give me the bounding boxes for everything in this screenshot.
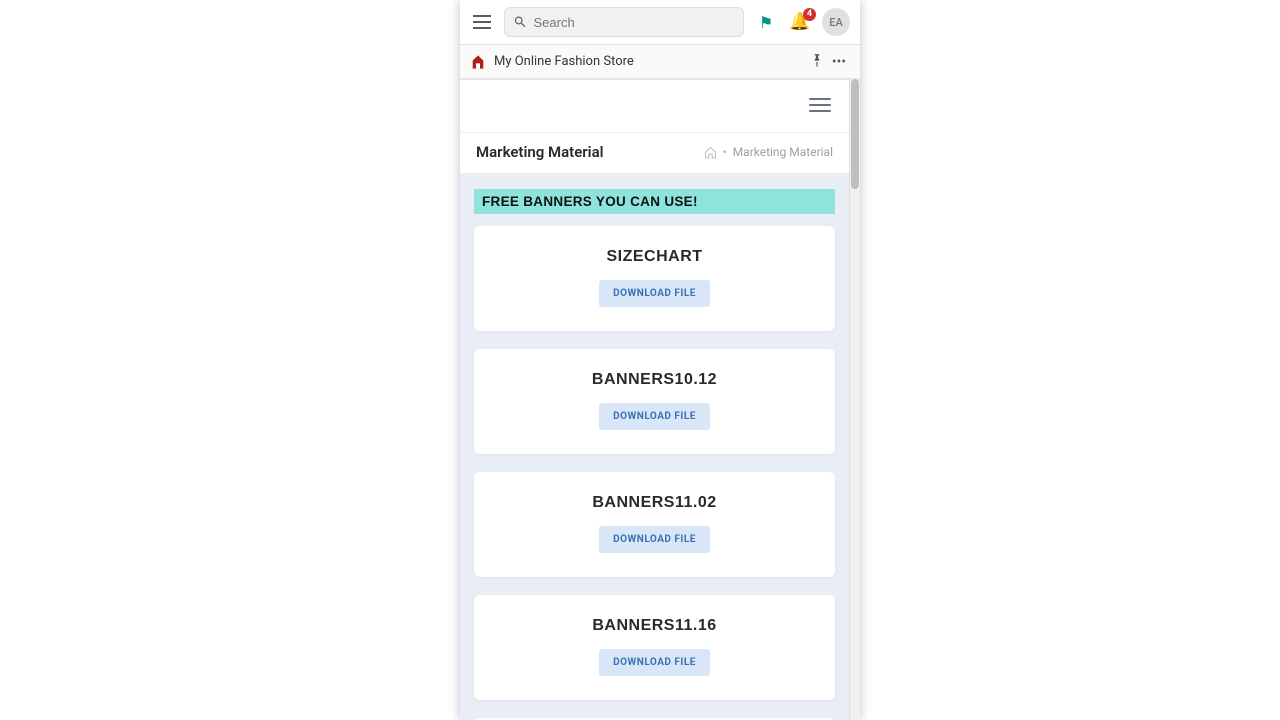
download-button[interactable]: DOWNLOAD FILE <box>599 403 710 430</box>
app-frame: ⚑ 🔔 4 EA My Online Fashion Store ••• Mar… <box>460 0 860 720</box>
card-list: SIZECHART DOWNLOAD FILE BANNERS10.12 DOWNLO… <box>460 226 849 720</box>
banner-heading: FREE BANNERS YOU CAN USE! <box>474 189 835 214</box>
page-title: Marketing Material <box>476 143 604 161</box>
download-card: SIZECHART DOWNLOAD FILE <box>474 226 835 331</box>
content-wrap: Marketing Material • Marketing Material … <box>460 79 860 720</box>
menu-button[interactable] <box>470 10 494 34</box>
card-title: BANNERS11.16 <box>490 617 819 635</box>
top-bar: ⚑ 🔔 4 EA <box>460 0 860 45</box>
content-area: Marketing Material • Marketing Material … <box>460 79 849 720</box>
store-bar: My Online Fashion Store ••• <box>460 45 860 79</box>
scrollbar-track[interactable] <box>849 79 860 720</box>
card-title: BANNERS11.02 <box>490 494 819 512</box>
download-button[interactable]: DOWNLOAD FILE <box>599 526 710 553</box>
search-icon <box>513 14 528 30</box>
notifications-button[interactable]: 🔔 4 <box>788 12 812 32</box>
sub-header <box>460 80 849 132</box>
breadcrumb: • Marketing Material <box>704 145 833 159</box>
download-button[interactable]: DOWNLOAD FILE <box>599 280 710 307</box>
scrollbar-thumb[interactable] <box>851 79 859 189</box>
download-button[interactable]: DOWNLOAD FILE <box>599 649 710 676</box>
content-menu-button[interactable] <box>809 94 833 116</box>
search-box[interactable] <box>504 7 744 37</box>
breadcrumb-separator: • <box>723 145 727 159</box>
pin-icon <box>810 53 824 67</box>
download-card: BANNERS11.16 DOWNLOAD FILE <box>474 595 835 700</box>
card-title: BANNERS10.12 <box>490 371 819 389</box>
flag-button[interactable]: ⚑ <box>754 13 778 32</box>
title-bar: Marketing Material • Marketing Material <box>460 132 849 173</box>
search-input[interactable] <box>534 15 735 30</box>
more-button[interactable]: ••• <box>828 54 850 70</box>
notification-badge: 4 <box>803 8 816 21</box>
download-card: BANNERS11.02 DOWNLOAD FILE <box>474 472 835 577</box>
home-icon <box>704 146 717 159</box>
breadcrumb-current: Marketing Material <box>733 145 833 159</box>
flag-icon: ⚑ <box>759 13 773 32</box>
pin-button[interactable] <box>806 53 828 71</box>
store-name: My Online Fashion Store <box>494 54 806 69</box>
download-card: BANNERS10.12 DOWNLOAD FILE <box>474 349 835 454</box>
avatar[interactable]: EA <box>822 8 850 36</box>
card-title: SIZECHART <box>490 248 819 266</box>
store-icon <box>470 54 486 70</box>
